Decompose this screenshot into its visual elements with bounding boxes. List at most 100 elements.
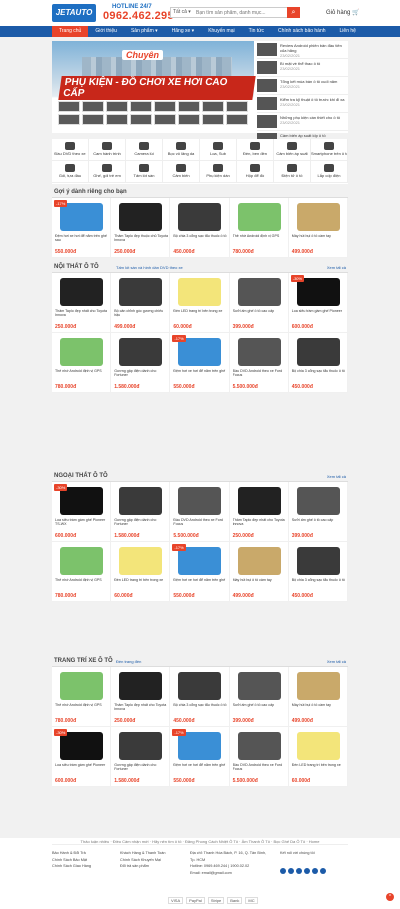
product-name[interactable]: Máy hút bụi ô tô cầm tay xyxy=(292,234,346,243)
product-name[interactable]: Loa siêu trầm gầm ghế Pioneer TS-WX xyxy=(55,518,109,527)
product-card[interactable]: Thảm Taplo đẹp nhất cho Toyota Innova 250… xyxy=(229,482,289,542)
product-name[interactable]: Đầu DVD Android theo xe Ford Focus xyxy=(233,369,287,378)
product-image[interactable] xyxy=(178,732,222,760)
product-image[interactable] xyxy=(60,732,103,760)
product-image[interactable] xyxy=(296,732,340,760)
product-name[interactable]: Thảm Taplo đẹp nhất cho Toyota Innova xyxy=(114,703,168,712)
category-item[interactable]: Cảm biến áp suất xyxy=(274,139,311,161)
category-item[interactable]: Tấm lót sàn xyxy=(126,161,163,183)
nav-item-0[interactable]: Trang chủ xyxy=(52,26,89,37)
footer-link[interactable]: Email: email@gmail.com xyxy=(190,870,270,877)
product-card[interactable]: -30% Loa siêu trầm gầm ghế Pioneer 600.000… xyxy=(52,727,112,787)
product-name[interactable]: Máy hút bụi ô tô cầm tay xyxy=(233,578,287,587)
footer-link[interactable]: Chính Sách Giao Hàng xyxy=(52,863,91,870)
section-view-all[interactable]: Xem tất cả xyxy=(327,265,346,270)
product-name[interactable]: Thẻ nhớ Android định vị GPS xyxy=(55,369,109,378)
footer-link[interactable]: Khách Hàng & Thanh Toán xyxy=(120,850,165,857)
product-image[interactable] xyxy=(296,672,340,700)
product-image[interactable] xyxy=(178,547,222,575)
instagram-icon[interactable] xyxy=(304,868,310,874)
product-card[interactable]: Thẻ nhớ Android định vị GPS 780.000đ xyxy=(52,667,112,727)
product-name[interactable]: Thảm Taplo đẹp nhất cho Toyota Innova xyxy=(55,309,109,318)
nav-item-5[interactable]: Tin tức xyxy=(242,26,271,37)
category-item[interactable]: Cam hành trình xyxy=(89,139,126,161)
site-logo[interactable]: JETAUTO xyxy=(52,4,96,22)
product-name[interactable]: Gương gập điện dành cho Fortuner xyxy=(114,518,168,527)
product-card[interactable]: Gương gập điện dành cho Fortuner 1.580.00… xyxy=(111,333,171,393)
product-name[interactable]: Đầu DVD Android theo xe Ford Focus xyxy=(233,763,287,772)
product-card[interactable]: Sưởi ấm ghế ô tô cao cấp 399.000đ xyxy=(288,482,348,542)
product-image[interactable] xyxy=(296,547,340,575)
nav-item-2[interactable]: Sản phẩm ▾ xyxy=(124,26,165,37)
product-card[interactable]: -17% Đệm hơi xe hơi để nằm trên ghế sau 55… xyxy=(52,198,112,258)
product-image[interactable] xyxy=(237,672,281,700)
product-card[interactable]: Đầu DVD Android theo xe Ford Focus 5.500.… xyxy=(229,333,289,393)
product-image[interactable] xyxy=(119,672,163,700)
banner-slider[interactable]: Chuyên PHỤ KIỆN - ĐỒ CHƠI XE HƠI CAO CẤP xyxy=(52,41,256,133)
product-image[interactable] xyxy=(60,547,103,575)
category-item[interactable]: Phụ kiện dán xyxy=(200,161,237,183)
product-image[interactable] xyxy=(178,672,222,700)
product-card[interactable]: Thẻ nhớ Android định vị GPS 780.000đ xyxy=(52,542,112,602)
product-card[interactable]: Đèn LED trang trí bên trong xe 60.000đ xyxy=(288,727,348,787)
side-news-item[interactable]: Bí mật về thể thao ô tô 23/02/2021 xyxy=(257,59,348,77)
product-card[interactable]: Đầu DVD Android theo xe Ford Focus 5.500.… xyxy=(170,482,230,542)
product-image[interactable] xyxy=(60,338,103,366)
product-name[interactable]: Loa siêu trầm gầm ghế Pioneer xyxy=(292,309,346,318)
product-image[interactable] xyxy=(237,487,281,515)
product-name[interactable]: Bộ chia 3 cổng sạc tẩu thuốc ô tô xyxy=(292,578,346,587)
product-name[interactable]: Đèn LED trang trí bên trong xe xyxy=(292,763,346,772)
product-card[interactable]: Thảm Taplo đẹp nhất cho Toyota Innova 250… xyxy=(52,273,112,333)
product-image[interactable] xyxy=(119,487,163,515)
product-image[interactable] xyxy=(237,732,281,760)
facebook-icon[interactable] xyxy=(280,868,286,874)
side-news-item[interactable]: Những phụ kiện cần thiết cho ô tô 23/02/2… xyxy=(257,113,348,131)
product-name[interactable]: Gương gập điện dành cho Fortuner xyxy=(114,763,168,772)
nav-item-3[interactable]: Hãng xe ▾ xyxy=(165,26,202,37)
section-tabs[interactable]: Đèn trang đèn xyxy=(116,659,141,664)
product-image[interactable] xyxy=(178,278,222,306)
side-news-item[interactable]: Review Android phiên bản đầu tiên của hã… xyxy=(257,41,348,59)
product-image[interactable] xyxy=(237,278,281,306)
product-card[interactable]: Thẻ nhớ Android định vị GPS 780.000đ xyxy=(229,198,289,258)
product-image[interactable] xyxy=(60,487,103,515)
search-input[interactable] xyxy=(196,8,276,17)
product-name[interactable]: Sưởi ấm ghế ô tô cao cấp xyxy=(233,703,287,712)
product-name[interactable]: Bộ chia 3 cổng sạc tẩu thuốc ô tô xyxy=(292,369,346,378)
footer-link[interactable]: Bảo Hành & Đổi Trả xyxy=(52,850,91,857)
footer-links-bar[interactable]: Thảo luận nhiều · Điều Cảm nhận mới · Hã… xyxy=(52,838,348,845)
product-image[interactable] xyxy=(60,203,103,231)
product-image[interactable] xyxy=(60,278,103,306)
footer-link[interactable]: Đổi trả sản phẩm xyxy=(120,863,165,870)
product-image[interactable] xyxy=(296,338,340,366)
category-item[interactable]: Đèn, ben đèn xyxy=(237,139,274,161)
product-image[interactable] xyxy=(119,278,163,306)
product-card[interactable]: Thảm Taplo đẹp nhất cho Toyota Innova 250… xyxy=(111,667,171,727)
cart-link[interactable]: Giỏ hàng 🛒 xyxy=(326,9,360,16)
category-item[interactable]: Loa, Sub xyxy=(200,139,237,161)
nav-item-4[interactable]: Khuyến mại xyxy=(201,26,241,37)
category-item[interactable]: Ghế, gối trẻ em xyxy=(89,161,126,183)
product-card[interactable]: Sưởi ấm ghế ô tô cao cấp 399.000đ xyxy=(229,667,289,727)
product-card[interactable]: Gương gập điện dành cho Fortuner 1.580.00… xyxy=(111,482,171,542)
product-card[interactable]: Bộ chia 3 cổng sạc tẩu thuốc ô tô 450.000… xyxy=(288,333,348,393)
product-image[interactable] xyxy=(296,278,340,306)
product-card[interactable]: -17% Đệm hơi xe hơi để nằm trên ghế 550.00… xyxy=(170,727,230,787)
product-card[interactable]: -30% Loa siêu trầm gầm ghế Pioneer TS-WX 6… xyxy=(52,482,112,542)
product-card[interactable]: Máy hút bụi ô tô cầm tay 499.000đ xyxy=(229,542,289,602)
product-name[interactable]: Đệm hơi xe hơi để nằm trên ghế xyxy=(173,578,227,587)
product-name[interactable]: Bộ chia 3 cổng sạc tẩu thuốc ô tô xyxy=(173,234,227,243)
product-card[interactable]: Bộ chia 3 cổng sạc tẩu thuốc ô tô 450.000… xyxy=(170,667,230,727)
product-image[interactable] xyxy=(296,487,340,515)
product-image[interactable] xyxy=(237,338,281,366)
product-card[interactable]: Máy hút bụi ô tô cầm tay 499.000đ xyxy=(288,667,348,727)
product-name[interactable]: Đầu DVD Android theo xe Ford Focus xyxy=(173,518,227,527)
pinterest-icon[interactable] xyxy=(320,868,326,874)
product-name[interactable]: Sưởi ấm ghế ô tô cao cấp xyxy=(292,518,346,527)
product-image[interactable] xyxy=(119,338,163,366)
product-image[interactable] xyxy=(296,203,340,231)
product-card[interactable]: Máy hút bụi ô tô cầm tay 499.000đ xyxy=(288,198,348,258)
product-card[interactable]: Đầu DVD Android theo xe Ford Focus 5.500.… xyxy=(229,727,289,787)
product-name[interactable]: Thảm Taplo đẹp nhất cho Toyota Innova xyxy=(233,518,287,527)
category-item[interactable]: Cảm biến xyxy=(163,161,200,183)
